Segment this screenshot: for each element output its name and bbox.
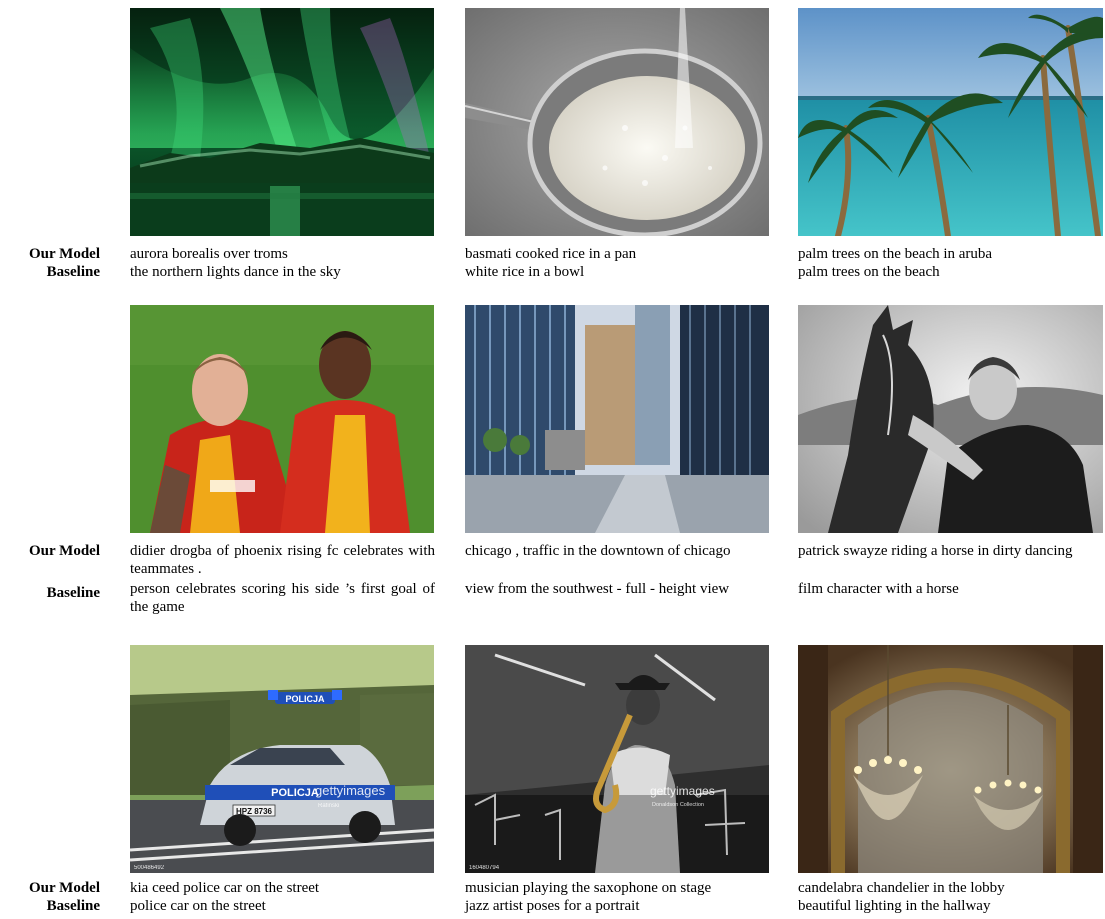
baseline-caption: beautiful lighting in the hallway — [798, 898, 991, 914]
our-model-label: Our Model — [29, 880, 100, 896]
baseline-caption: view from the southwest - full - height … — [465, 581, 730, 597]
watermark-text: gettyimages — [315, 783, 386, 798]
our-model-caption: palm trees on the beach in aruba — [798, 246, 993, 262]
our-model-caption: musician playing the saxophone on stage — [465, 880, 712, 896]
baseline-caption: white rice in a bowl — [465, 264, 585, 280]
our-model-caption: patrick swayze riding a horse in dirty d… — [798, 543, 1073, 559]
our-model-label: Our Model — [29, 246, 100, 262]
palm-trees-photo — [798, 8, 1103, 236]
aurora-borealis-photo — [130, 8, 434, 236]
our-model-caption: didier drogba of phoenix rising fc celeb… — [130, 543, 435, 577]
baseline-caption: police car on the street — [130, 898, 266, 914]
door-text: POLICJA — [271, 787, 319, 799]
baseline-caption: person celebrates scoring his side ’s fi… — [130, 581, 435, 615]
baseline-caption: the northern lights dance in the sky — [130, 264, 341, 280]
chandelier-hallway-photo — [798, 645, 1103, 873]
credit-text: Rafinski — [318, 803, 339, 809]
man-with-horse-photo — [798, 305, 1103, 533]
image-id-text: 500486492 — [134, 865, 165, 871]
baseline-label: Baseline — [46, 264, 100, 280]
baseline-caption: film character with a horse — [798, 581, 959, 597]
our-model-label: Our Model — [29, 543, 100, 559]
rice-strainer-photo — [465, 8, 769, 236]
our-model-caption: candelabra chandelier in the lobby — [798, 880, 1005, 896]
image-id-text: 160480794 — [469, 865, 500, 871]
police-car-photo: POLICJA POLICJA HPZ 8736 gettyimages Raf… — [130, 645, 434, 873]
our-model-caption: basmati cooked rice in a pan — [465, 246, 637, 262]
roof-sign-text: POLICJA — [285, 694, 325, 704]
saxophone-musician-photo: gettyimages Donaldson Collection 1604807… — [465, 645, 769, 873]
our-model-caption: chicago , traffic in the downtown of chi… — [465, 543, 731, 559]
chicago-street-photo — [465, 305, 769, 533]
our-model-caption: kia ceed police car on the street — [130, 880, 320, 896]
baseline-label: Baseline — [46, 585, 100, 601]
our-model-caption: aurora borealis over troms — [130, 246, 288, 262]
soccer-players-photo — [130, 305, 434, 533]
watermark-text: gettyimages — [650, 784, 715, 798]
credit-text: Donaldson Collection — [652, 802, 704, 808]
baseline-caption: jazz artist poses for a portrait — [465, 898, 640, 914]
baseline-label: Baseline — [46, 898, 100, 914]
baseline-caption: palm trees on the beach — [798, 264, 940, 280]
